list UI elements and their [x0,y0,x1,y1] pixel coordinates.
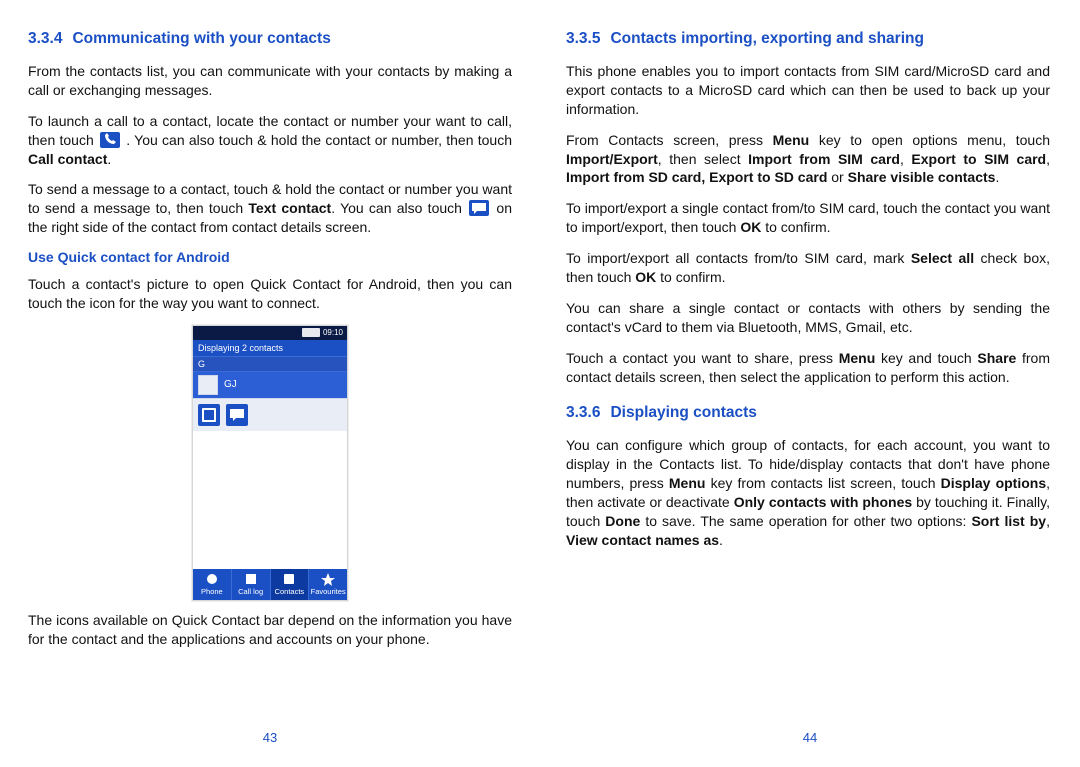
paragraph: To launch a call to a contact, locate th… [28,112,512,169]
text-bold: Done [605,513,640,529]
text-bold: Import from SIM card [748,151,900,167]
page-44: 3.3.5 Contacts importing, exporting and s… [540,0,1080,767]
text-bold: Export to SIM card [911,151,1046,167]
quick-contact-bar [193,398,347,431]
nav-phone: Phone [193,569,231,600]
section-title: Communicating with your contacts [72,30,330,47]
text-run: , [1046,513,1050,529]
text-bold: Menu [773,132,810,148]
nav-contacts: Contacts [270,569,309,600]
text-run: , then select [658,151,748,167]
paragraph: To send a message to a contact, touch & … [28,180,512,237]
status-time: 09:10 [323,328,343,337]
text-bold: Text contact [248,200,331,216]
page-number: 44 [540,730,1080,745]
text-run: or [827,169,847,185]
paragraph: To import/export a single contact from/t… [566,199,1050,237]
text-run: . [995,169,999,185]
nav-favourites: Favourites [308,569,347,600]
text-run: . [107,151,111,167]
manual-spread: 3.3.4 Communicating with your contacts Fr… [0,0,1080,767]
section-title: Contacts importing, exporting and sharin… [610,30,923,47]
text-run: , [1046,151,1050,167]
section-number: 3.3.5 [566,30,600,47]
paragraph: You can configure which group of contact… [566,436,1050,549]
text-bold: Only contacts with phones [734,494,912,510]
paragraph: You can share a single contact or contac… [566,299,1050,337]
paragraph: Touch a contact you want to share, press… [566,349,1050,387]
text-bold: Import/Export [566,151,658,167]
contacts-banner: Displaying 2 contacts [193,340,347,356]
text-bold: Share visible contacts [848,169,996,185]
text-run: key and touch [875,350,977,366]
text-run: . You can also touch [331,200,467,216]
section-heading-336: 3.3.6 Displaying contacts [566,404,1050,422]
index-letter: G [193,356,347,371]
nav-calllog: Call log [231,569,270,600]
text-bold: View contact names as [566,532,719,548]
page-number: 43 [0,730,540,745]
text-run: , [900,151,911,167]
text-run: key to open options menu, touch [809,132,1050,148]
section-number: 3.3.4 [28,30,62,47]
phone-screenshot: 09:10 Displaying 2 contacts G GJ [28,325,512,601]
text-run: to confirm. [656,269,725,285]
text-run: From Contacts screen, press [566,132,773,148]
text-bold: Select all [911,250,974,266]
paragraph: Touch a contact's picture to open Quick … [28,275,512,313]
subheading-quick-contact: Use Quick contact for Android [28,249,512,265]
text-run: To import/export all contacts from/to SI… [566,250,911,266]
text-run: to confirm. [761,219,830,235]
contact-name: GJ [224,379,237,390]
text-bold: OK [635,269,656,285]
section-heading-334: 3.3.4 Communicating with your contacts [28,30,512,48]
phone-statusbar: 09:10 [193,326,347,340]
text-run: . You can also touch & hold the contact … [126,132,512,148]
text-bold: Share [977,350,1016,366]
nav-label: Favourites [311,587,346,596]
paragraph: This phone enables you to import contact… [566,62,1050,119]
phone-frame: 09:10 Displaying 2 contacts G GJ [192,325,348,601]
contact-avatar [198,375,218,395]
text-bold: Display options [941,475,1047,491]
text-bold: Menu [839,350,876,366]
nav-label: Call log [238,587,263,596]
phone-icon [100,132,120,148]
section-number: 3.3.6 [566,404,600,421]
phone-navbar: Phone Call log Contacts Favourites [193,569,347,600]
text-bold: Menu [669,475,706,491]
contact-row: GJ [193,371,347,398]
signal-icon [302,328,320,337]
page-43: 3.3.4 Communicating with your contacts Fr… [0,0,540,767]
paragraph: The icons available on Quick Contact bar… [28,611,512,649]
text-bold: Call contact [28,151,107,167]
paragraph: From Contacts screen, press Menu key to … [566,131,1050,188]
paragraph: From the contacts list, you can communic… [28,62,512,100]
section-heading-335: 3.3.5 Contacts importing, exporting and s… [566,30,1050,48]
text-run: key from contacts list screen, touch [705,475,940,491]
text-bold: Import from SD card, Export to SD card [566,169,827,185]
quick-contact-icon [198,404,220,426]
text-run: to save. The same operation for other tw… [640,513,971,529]
phone-blank-area [193,431,347,569]
section-title: Displaying contacts [610,404,756,421]
quick-message-icon [226,404,248,426]
text-run: . [719,532,723,548]
text-bold: Sort list by [971,513,1046,529]
paragraph: To import/export all contacts from/to SI… [566,249,1050,287]
text-bold: OK [740,219,761,235]
nav-label: Contacts [275,587,305,596]
text-run: Touch a contact you want to share, press [566,350,839,366]
nav-label: Phone [201,587,223,596]
message-icon [469,200,489,216]
